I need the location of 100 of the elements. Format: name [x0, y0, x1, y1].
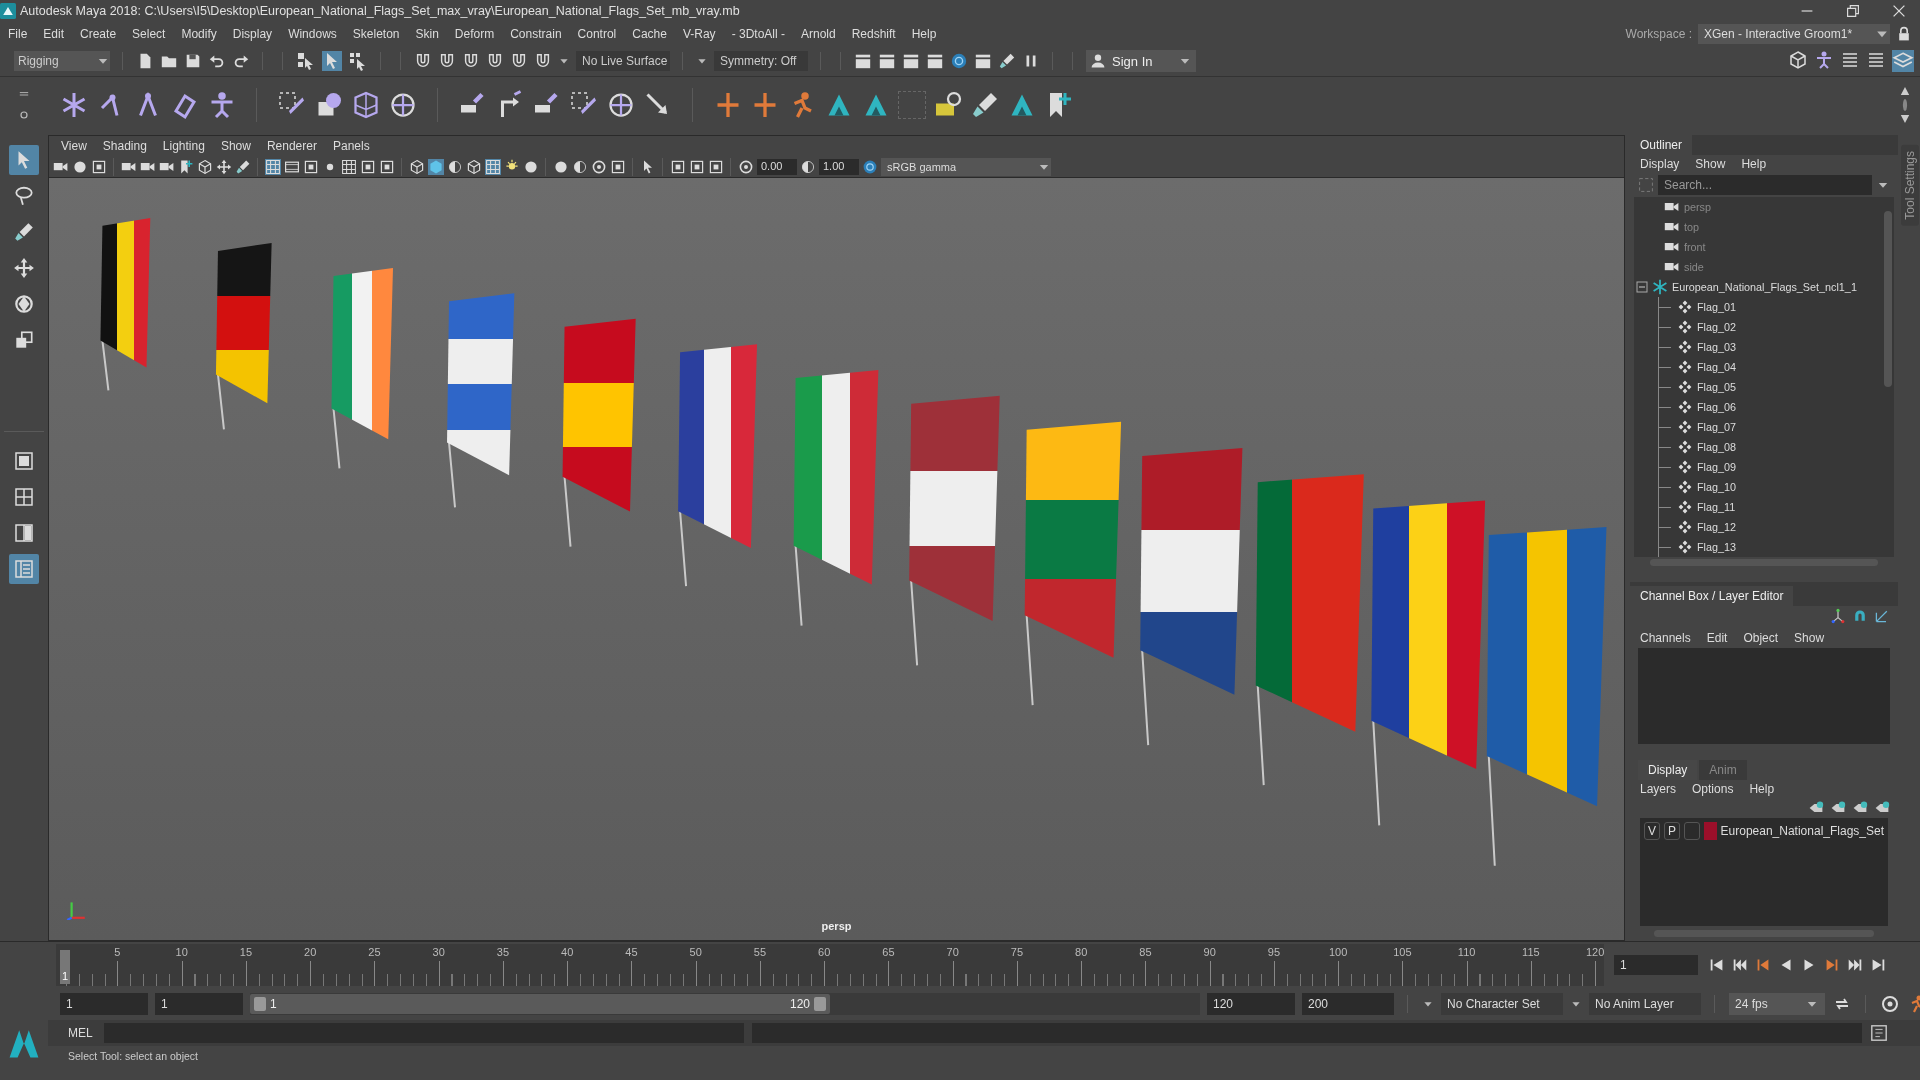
menu-item[interactable]: View	[53, 139, 95, 153]
search-field[interactable]: Search...	[1658, 175, 1872, 196]
anim-layer-dropdown[interactable]: No Anim Layer	[1589, 993, 1701, 1015]
frame-number: 85	[1139, 946, 1152, 958]
outliner-item[interactable]: Flag_05	[1697, 381, 1737, 394]
outliner-item[interactable]: Flag_02	[1697, 321, 1737, 334]
menu-item[interactable]: Display	[224, 27, 281, 41]
character-set-dropdown[interactable]: No Character Set	[1441, 993, 1563, 1015]
workspace-dropdown[interactable]: XGen - Interactive Groom1*	[1698, 24, 1890, 44]
outliner-item[interactable]: Flag_04	[1697, 361, 1737, 374]
frame-number: 65	[882, 946, 895, 958]
live-surface-field[interactable]: No Live Surface	[576, 51, 670, 71]
symmetry-field[interactable]: Symmetry: Off	[714, 51, 808, 71]
current-frame-field[interactable]: 1	[1614, 955, 1698, 975]
frame-number: 110	[1457, 946, 1476, 958]
help-line: Select Tool: select an object	[67, 1049, 199, 1064]
playback-range-bar[interactable]: 1 120	[250, 994, 830, 1014]
menu-item[interactable]: Shading	[94, 139, 155, 153]
menu-item[interactable]: Options	[1692, 781, 1734, 796]
menu-item[interactable]: Edit	[1706, 630, 1728, 645]
menu-item[interactable]: Control	[569, 27, 625, 41]
frame-number: 75	[1010, 946, 1023, 958]
menu-item[interactable]: Show	[1695, 157, 1726, 172]
range-end-label: 120	[789, 997, 810, 1011]
menu-item[interactable]: Lighting	[154, 139, 213, 153]
menu-item[interactable]: Windows	[280, 27, 345, 41]
menu-item[interactable]: Object	[1743, 630, 1779, 645]
outliner-item[interactable]: Flag_11	[1697, 501, 1736, 514]
frame-number: 10	[175, 946, 188, 958]
frame-number: 120	[1585, 946, 1605, 958]
playback-toggle[interactable]: P	[1664, 821, 1681, 840]
fps-dropdown[interactable]: 24 fps	[1729, 993, 1825, 1015]
menu-item[interactable]: Help	[1741, 157, 1767, 172]
menu-item[interactable]: Create	[72, 27, 125, 41]
menu-item[interactable]: Renderer	[258, 139, 325, 153]
frame-number: 115	[1522, 946, 1540, 958]
menu-item[interactable]: Channels	[1640, 630, 1691, 645]
workspace-label: Workspace :	[1625, 27, 1692, 41]
outliner-item[interactable]: Flag_08	[1697, 441, 1737, 454]
frame-number: 60	[818, 946, 831, 958]
start-frame-field[interactable]: 1	[60, 993, 148, 1015]
menu-item[interactable]: File	[0, 27, 36, 41]
current-frame-marker[interactable]: 1	[60, 950, 70, 984]
menu-item[interactable]: Deform	[446, 27, 503, 41]
frame-number: 95	[1267, 946, 1280, 958]
menu-item[interactable]: Layers	[1640, 781, 1677, 796]
menu-set-dropdown[interactable]: Rigging	[14, 51, 110, 71]
menu-item[interactable]: Select	[124, 27, 174, 41]
menu-item[interactable]: V-Ray	[674, 27, 724, 41]
panel-tab[interactable]: Outliner	[1630, 135, 1693, 156]
frame-number: 35	[496, 946, 509, 958]
panel-tab[interactable]: Channel Box / Layer Editor	[1630, 585, 1794, 606]
outliner-item[interactable]: Flag_13	[1697, 541, 1737, 554]
frame-number: 80	[1075, 946, 1088, 958]
end-frame-field[interactable]: 200	[1302, 993, 1394, 1015]
visibility-toggle[interactable]: V	[1644, 821, 1661, 840]
outliner-item[interactable]: Flag_07	[1697, 421, 1737, 434]
outliner-item[interactable]: top	[1684, 221, 1699, 234]
frame-number: 30	[432, 946, 445, 958]
menu-item[interactable]: - 3DtoAll -	[723, 27, 793, 41]
sign-in-button[interactable]: Sign In	[1086, 50, 1196, 72]
frame-number: 20	[304, 946, 317, 958]
menu-item[interactable]: Cache	[624, 27, 675, 41]
menu-item[interactable]: Modify	[173, 27, 225, 41]
tool-settings-tab[interactable]: Tool Settings	[1901, 145, 1919, 226]
playback-end-field[interactable]: 120	[1207, 993, 1295, 1015]
playback-start-field[interactable]: 1	[155, 993, 243, 1015]
layer-name[interactable]: European_National_Flags_Set	[1720, 823, 1884, 838]
frame-number: 50	[689, 946, 702, 958]
outliner-item[interactable]: Flag_10	[1697, 481, 1737, 494]
color-space-dropdown[interactable]: sRGB gamma	[881, 157, 1051, 176]
outliner-item[interactable]: Flag_01	[1697, 301, 1737, 314]
menu-item[interactable]: Display	[1640, 157, 1680, 172]
menu-item[interactable]: Help	[1749, 781, 1775, 796]
menu-item[interactable]: Arnold	[792, 27, 844, 41]
outliner-item[interactable]: persp	[1684, 201, 1711, 214]
menu-item[interactable]: Skeleton	[344, 27, 408, 41]
frame-number: 5	[114, 946, 121, 958]
menu-item[interactable]: Constrain	[502, 27, 570, 41]
frame-number: 25	[368, 946, 381, 958]
menu-item[interactable]: Skin	[407, 27, 447, 41]
menu-item[interactable]: Edit	[35, 27, 73, 41]
menu-item[interactable]: Help	[903, 27, 945, 41]
menu-item[interactable]: Show	[1794, 630, 1825, 645]
outliner-item[interactable]: Flag_09	[1697, 461, 1737, 474]
menu-item[interactable]: Panels	[324, 139, 378, 153]
frame-number: 70	[946, 946, 959, 958]
command-language-button[interactable]: MEL	[68, 1026, 96, 1040]
frame-number: 45	[625, 946, 638, 958]
outliner-item[interactable]: Flag_12	[1697, 521, 1737, 534]
exposure-field[interactable]: 0.00	[757, 158, 797, 175]
menu-item[interactable]: Redshift	[843, 27, 904, 41]
frame-number: 100	[1328, 946, 1348, 958]
outliner-item[interactable]: European_National_Flags_Set_ncl1_1	[1672, 281, 1857, 294]
gamma-field[interactable]: 1.00	[819, 158, 859, 175]
outliner-item[interactable]: Flag_03	[1697, 341, 1737, 354]
camera-label: persp	[821, 920, 852, 932]
outliner-item[interactable]: Flag_06	[1697, 401, 1737, 414]
frame-number: 105	[1393, 946, 1412, 958]
menu-item[interactable]: Show	[212, 139, 259, 153]
